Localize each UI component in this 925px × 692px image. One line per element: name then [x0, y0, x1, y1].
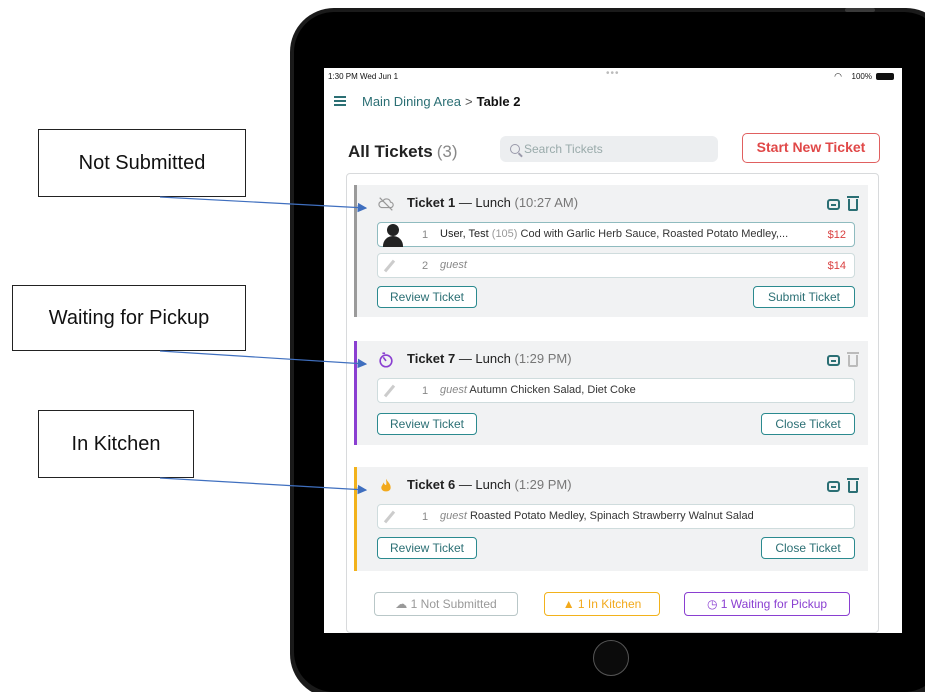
- seat-number: 2: [422, 260, 429, 272]
- ticket-count: (3): [436, 142, 458, 161]
- filter-in-kitchen[interactable]: ▲ 1 In Kitchen: [544, 592, 660, 616]
- pencil-icon: [383, 384, 396, 398]
- flame-icon: ▲: [562, 597, 575, 611]
- ticket-seat-row[interactable]: 2 guest $14: [377, 253, 855, 278]
- ticket-header: Ticket 1 — Lunch (10:27 AM): [407, 195, 578, 210]
- close-ticket-button[interactable]: Close Ticket: [761, 537, 855, 559]
- ticket-seat-row[interactable]: 1 User, Test (105) Cod with Garlic Herb …: [377, 222, 855, 247]
- breadcrumb-area[interactable]: Main Dining Area: [362, 94, 461, 109]
- ticket-name: Ticket 7: [407, 351, 456, 366]
- seat-person-id: (105): [491, 228, 518, 240]
- seat-details: guest Roasted Potato Medley, Spinach Str…: [440, 510, 754, 522]
- top-nav: Main Dining Area > Table 2: [324, 90, 902, 116]
- ticket-time: (10:27 AM): [514, 195, 579, 210]
- wifi-icon: ◠: [834, 71, 842, 81]
- search-icon: [510, 144, 520, 154]
- print-icon[interactable]: [827, 355, 840, 366]
- ticket-time: (1:29 PM): [514, 351, 572, 366]
- ticket-card-in-kitchen: Ticket 6 — Lunch (1:29 PM) 1 guest Roast…: [354, 467, 868, 571]
- status-bar: 1:30 PM Wed Jun 1 ••• ◠ 100%: [324, 68, 902, 84]
- seat-price: $12: [827, 229, 846, 241]
- seat-items: Cod with Garlic Herb Sauce, Roasted Pota…: [520, 228, 789, 240]
- ticket-actions: [819, 351, 859, 369]
- print-icon[interactable]: [827, 481, 840, 492]
- ticket-header: Ticket 6 — Lunch (1:29 PM): [407, 477, 572, 492]
- ticket-name: Ticket 1: [407, 195, 456, 210]
- menu-icon[interactable]: [334, 96, 346, 106]
- seat-person: User, Test: [440, 228, 489, 240]
- pencil-icon: [383, 510, 396, 524]
- filter-waiting-label: 1 Waiting for Pickup: [720, 597, 828, 611]
- annotation-waiting-for-pickup: Waiting for Pickup: [12, 285, 246, 351]
- ticket-seat-row[interactable]: 1 guest Roasted Potato Medley, Spinach S…: [377, 504, 855, 529]
- ticket-time: (1:29 PM): [514, 477, 572, 492]
- home-button[interactable]: [593, 640, 629, 676]
- avatar: [382, 223, 404, 247]
- annotation-not-submitted: Not Submitted: [38, 129, 246, 197]
- seat-person: guest: [440, 510, 467, 522]
- ticket-meal: — Lunch: [458, 195, 511, 210]
- page-title-text: All Tickets: [348, 142, 433, 161]
- search-placeholder: Search Tickets: [524, 142, 603, 156]
- filter-not-submitted[interactable]: ☁ 1 Not Submitted: [374, 592, 518, 616]
- trash-icon[interactable]: [847, 478, 859, 493]
- filter-not-submitted-label: 1 Not Submitted: [410, 597, 497, 611]
- breadcrumb: Main Dining Area > Table 2: [362, 94, 520, 109]
- review-ticket-button[interactable]: Review Ticket: [377, 413, 477, 435]
- filter-waiting-for-pickup[interactable]: ◷ 1 Waiting for Pickup: [684, 592, 850, 616]
- app-screen: 1:30 PM Wed Jun 1 ••• ◠ 100% Main Dining…: [324, 68, 902, 633]
- seat-items: Autumn Chicken Salad, Diet Coke: [469, 384, 636, 396]
- cloud-off-icon: ☁: [395, 597, 408, 611]
- ticket-header: Ticket 7 — Lunch (1:29 PM): [407, 351, 572, 366]
- ticket-meal: — Lunch: [458, 351, 511, 366]
- submit-ticket-button[interactable]: Submit Ticket: [753, 286, 855, 308]
- seat-details: User, Test (105) Cod with Garlic Herb Sa…: [440, 228, 788, 240]
- ticket-meal: — Lunch: [458, 477, 511, 492]
- page-title: All Tickets (3): [348, 142, 458, 162]
- review-ticket-button[interactable]: Review Ticket: [377, 537, 477, 559]
- battery-icon: [876, 73, 894, 80]
- annotation-in-kitchen: In Kitchen: [38, 410, 194, 478]
- close-ticket-button[interactable]: Close Ticket: [761, 413, 855, 435]
- seat-person: guest: [440, 384, 467, 396]
- seat-number: 1: [422, 229, 429, 241]
- filter-in-kitchen-label: 1 In Kitchen: [577, 597, 642, 611]
- multitask-dots[interactable]: •••: [606, 68, 620, 79]
- ticket-seat-row[interactable]: 1 guest Autumn Chicken Salad, Diet Coke: [377, 378, 855, 403]
- pencil-icon: [383, 259, 396, 273]
- start-new-ticket-button[interactable]: Start New Ticket: [742, 133, 880, 163]
- search-input[interactable]: Search Tickets: [500, 136, 718, 162]
- ticket-card-not-submitted: Ticket 1 — Lunch (10:27 AM) 1 User, Test…: [354, 185, 868, 317]
- status-time: 1:30 PM Wed Jun 1: [328, 72, 399, 81]
- timer-icon: [379, 352, 393, 368]
- ticket-actions: [819, 195, 859, 213]
- ticket-card-waiting-for-pickup: Ticket 7 — Lunch (1:29 PM) 1 guest Autum…: [354, 341, 868, 445]
- cloud-off-icon: [378, 197, 394, 211]
- trash-icon: [847, 352, 859, 367]
- trash-icon[interactable]: [847, 196, 859, 211]
- seat-details: guest Autumn Chicken Salad, Diet Coke: [440, 384, 636, 396]
- seat-number: 1: [422, 385, 429, 397]
- battery-percent: 100%: [851, 72, 872, 81]
- breadcrumb-table: Table 2: [476, 94, 521, 109]
- review-ticket-button[interactable]: Review Ticket: [377, 286, 477, 308]
- timer-icon: ◷: [706, 597, 718, 611]
- seat-number: 1: [422, 511, 429, 523]
- seat-price: $14: [827, 260, 846, 272]
- ipad-top-button: [845, 8, 875, 12]
- flame-icon: [381, 478, 391, 492]
- ticket-actions: [819, 477, 859, 495]
- seat-person: guest: [440, 259, 467, 271]
- print-icon[interactable]: [827, 199, 840, 210]
- breadcrumb-separator: >: [465, 94, 473, 109]
- ticket-name: Ticket 6: [407, 477, 456, 492]
- seat-items: Roasted Potato Medley, Spinach Strawberr…: [469, 510, 754, 522]
